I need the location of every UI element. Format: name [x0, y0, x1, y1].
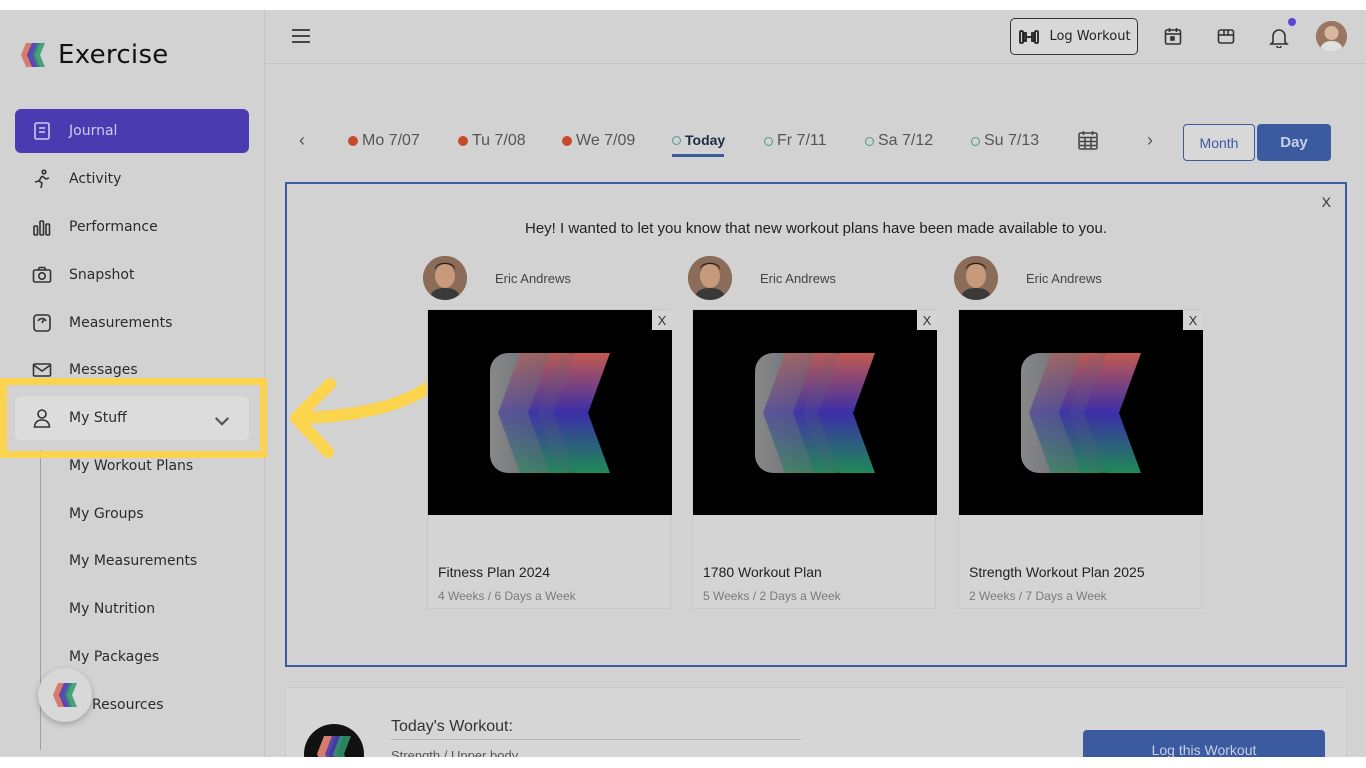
- coach-photo: [688, 256, 732, 300]
- month-view-button[interactable]: Month: [1183, 124, 1255, 161]
- announcement-panel: X Hey! I wanted to let you know that new…: [285, 182, 1347, 667]
- remove-plan-button[interactable]: X: [1183, 310, 1203, 330]
- coach-info: Eric Andrews: [954, 256, 1102, 300]
- date-navigation: ‹ Mo 7/07 Tu 7/08 We 7/09 Today Fr 7/11 …: [285, 120, 1345, 170]
- top-bar: Log Workout: [265, 10, 1366, 64]
- log-workout-label: Log Workout: [1049, 29, 1131, 44]
- todays-workout-title: Today's Workout:: [391, 718, 513, 735]
- day-tu[interactable]: Tu 7/08: [458, 132, 526, 150]
- status-dot: [348, 136, 358, 146]
- workout-logo-icon: [304, 724, 364, 757]
- workout-plan-card[interactable]: X 1780 Workout Plan 5 Weeks / 2 Days a W…: [692, 309, 937, 609]
- plan-title: Strength Workout Plan 2025: [969, 564, 1145, 580]
- coach-avatar: [954, 256, 998, 300]
- day-label: Tu 7/08: [472, 132, 526, 149]
- announcement-message: Hey! I wanted to let you know that new w…: [524, 220, 1108, 237]
- coach-name: Eric Andrews: [1026, 270, 1102, 286]
- day-label: We 7/09: [576, 132, 636, 149]
- plan-title: Fitness Plan 2024: [438, 564, 551, 580]
- plan-thumbnail: X: [428, 310, 672, 515]
- remove-plan-button[interactable]: X: [652, 310, 672, 330]
- remove-plan-button[interactable]: X: [917, 310, 937, 330]
- day-label: Su 7/13: [984, 132, 1040, 149]
- sidebar-subitem-my-measurements[interactable]: My Measurements: [69, 553, 197, 569]
- day-view-button[interactable]: Day: [1257, 124, 1331, 161]
- coach-photo: [954, 256, 998, 300]
- day-today[interactable]: Today: [672, 132, 725, 148]
- coach-avatar: [688, 256, 732, 300]
- calendar-icon[interactable]: [1163, 26, 1183, 46]
- status-dot: [971, 136, 980, 146]
- day-label: Sa 7/12: [878, 132, 934, 149]
- previous-week-button[interactable]: ‹: [299, 130, 305, 151]
- coach-name: Eric Andrews: [760, 270, 836, 286]
- avatar-image: [1316, 21, 1347, 52]
- day-sa[interactable]: Sa 7/12: [865, 132, 933, 150]
- coach-info: Eric Andrews: [423, 256, 571, 300]
- bell-icon[interactable]: [1269, 26, 1289, 48]
- day-label: Fr 7/11: [777, 132, 827, 149]
- status-dot: [672, 135, 681, 145]
- sidebar-subitem-my-groups[interactable]: My Groups: [69, 506, 144, 522]
- plan-thumbnail: X: [959, 310, 1203, 515]
- user-avatar[interactable]: [1316, 21, 1347, 52]
- plan-logo-icon: [490, 352, 610, 473]
- sidebar-subitem-my-nutrition[interactable]: My Nutrition: [69, 601, 155, 617]
- sidebar-subitem-my-packages[interactable]: My Packages: [69, 649, 159, 665]
- status-dot: [562, 136, 572, 146]
- status-dot: [865, 136, 874, 146]
- coach-info: Eric Andrews: [688, 256, 836, 300]
- plan-subtitle: 2 Weeks / 7 Days a Week: [969, 589, 1107, 603]
- todays-workout-subtitle: Strength / Upper body: [391, 748, 519, 757]
- package-icon[interactable]: [1216, 26, 1236, 46]
- coach-name: Eric Andrews: [495, 270, 571, 286]
- workout-plan-card[interactable]: X Fitness Plan 2024 4 Weeks / 6 Days a W…: [427, 309, 672, 609]
- coach-avatar: [423, 256, 467, 300]
- sidebar-subitem-resources[interactable]: Resources: [92, 697, 164, 713]
- notification-dot: [1288, 18, 1296, 26]
- plan-subtitle: 4 Weeks / 6 Days a Week: [438, 589, 576, 603]
- log-this-workout-button[interactable]: Log this Workout: [1083, 730, 1325, 757]
- workout-plan-card[interactable]: X Strength Workout Plan 2025 2 Weeks / 7…: [958, 309, 1203, 609]
- todays-workout-card: Today's Workout: Strength / Upper body L…: [285, 687, 1347, 757]
- coach-photo: [423, 256, 467, 300]
- day-fr[interactable]: Fr 7/11: [764, 132, 827, 150]
- plan-title: 1780 Workout Plan: [703, 564, 822, 580]
- status-dot: [764, 136, 773, 146]
- plan-logo-icon: [755, 352, 875, 473]
- status-dot: [458, 136, 468, 146]
- day-label: Mo 7/07: [362, 132, 420, 149]
- plan-logo-icon: [1021, 352, 1141, 473]
- day-su[interactable]: Su 7/13: [971, 132, 1039, 150]
- plan-subtitle: 5 Weeks / 2 Days a Week: [703, 589, 841, 603]
- plan-thumbnail: X: [693, 310, 937, 515]
- log-workout-button[interactable]: Log Workout: [1010, 18, 1138, 55]
- close-announcement-button[interactable]: X: [1322, 194, 1331, 210]
- divider: [391, 739, 801, 740]
- next-week-button[interactable]: ›: [1147, 130, 1153, 151]
- brand-logo-icon: [53, 683, 77, 707]
- hamburger-menu-icon[interactable]: [291, 27, 311, 45]
- day-label: Today: [685, 132, 726, 148]
- day-mo[interactable]: Mo 7/07: [348, 132, 420, 150]
- brand-logo-icon: [317, 736, 351, 757]
- day-we[interactable]: We 7/09: [562, 132, 635, 150]
- dumbbell-icon: [1019, 29, 1040, 44]
- app-window: Exercise Journal Activity Performance Sn…: [0, 10, 1366, 757]
- calendar-picker-icon[interactable]: [1077, 129, 1099, 151]
- floating-help-button[interactable]: [38, 668, 92, 722]
- today-underline: [672, 154, 724, 157]
